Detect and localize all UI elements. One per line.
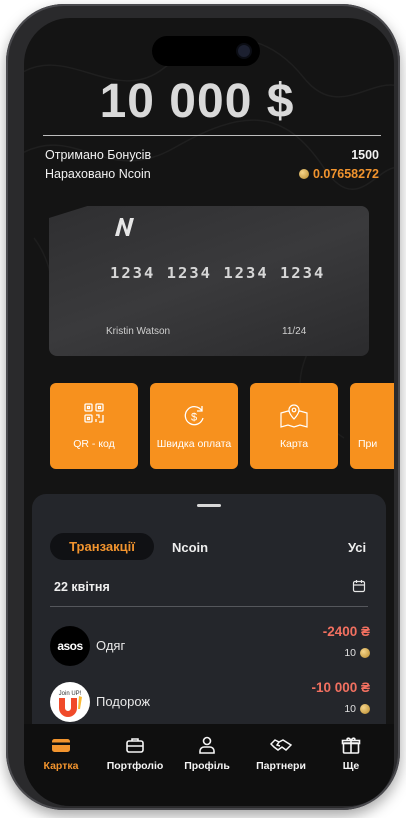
transaction-row[interactable]: Join UP! Подорож -10 000 ₴ 10 <box>48 678 370 722</box>
gift-icon <box>341 737 361 754</box>
quick-actions: QR - код $ Швидка оплата Карта При <box>50 383 394 469</box>
balance-amount: 10 000 $ <box>99 75 295 128</box>
coin-icon <box>360 648 370 658</box>
card-icon <box>52 739 70 752</box>
app-screen: 10 000 $ Отримано Бонусів 1500 Нарахован… <box>24 18 394 806</box>
nav-card[interactable]: Картка <box>26 736 96 772</box>
bonus-received-row: Отримано Бонусів 1500 <box>45 148 379 162</box>
map-icon <box>280 404 308 428</box>
svg-text:$: $ <box>191 412 197 424</box>
dynamic-island <box>152 36 260 66</box>
transaction-row[interactable]: asos Одяг -2400 ₴ 10 <box>48 622 370 666</box>
nav-portfolio-label: Портфоліо <box>106 760 164 772</box>
tab-ncoin[interactable]: Ncoin <box>172 540 208 555</box>
camera-icon <box>238 45 250 57</box>
fast-payment-label: Швидка оплата <box>156 438 232 450</box>
partial-action-label: При <box>358 438 378 450</box>
ncoin-accrued-row: Нараховано Ncoin 0.07658272 <box>45 167 379 181</box>
transaction-amount: -10 000 ₴ <box>311 680 370 695</box>
map-button[interactable]: Карта <box>250 383 338 469</box>
briefcase-icon <box>126 738 144 753</box>
join-up-logo-art: Join UP! <box>59 691 82 717</box>
ncoin-logo-icon <box>115 218 134 236</box>
nav-more[interactable]: Ще <box>316 736 386 772</box>
qr-code-icon <box>84 403 104 423</box>
ncoin-accrued-value-wrap: 0.07658272 <box>298 167 379 181</box>
transaction-coins-value: 10 <box>344 703 356 715</box>
transaction-coins: 10 <box>344 647 370 659</box>
bonus-received-value: 1500 <box>351 148 379 162</box>
join-up-logo: Join UP! <box>50 682 90 722</box>
fast-payment-button[interactable]: $ Швидка оплата <box>150 383 238 469</box>
tab-transactions[interactable]: Транзакції <box>50 533 154 560</box>
bonus-received-label: Отримано Бонусів <box>45 148 152 162</box>
balance-divider <box>43 135 381 136</box>
qr-code-button[interactable]: QR - код <box>50 383 138 469</box>
phone-frame: 10 000 $ Отримано Бонусів 1500 Нарахован… <box>6 4 400 810</box>
transaction-coins: 10 <box>344 703 370 715</box>
nav-portfolio[interactable]: Портфоліо <box>100 736 170 772</box>
ncoin-accrued-label: Нараховано Ncoin <box>45 167 151 181</box>
nav-more-label: Ще <box>342 760 360 772</box>
qr-code-label: QR - код <box>73 438 115 450</box>
asos-logo: asos <box>50 626 90 666</box>
ncoin-accrued-value: 0.07658272 <box>312 167 379 181</box>
transaction-coins-value: 10 <box>344 647 356 659</box>
svg-text:Join UP!: Join UP! <box>59 691 82 697</box>
sheet-drag-handle[interactable] <box>197 504 221 507</box>
nav-card-label: Картка <box>43 760 79 772</box>
fast-payment-icon: $ <box>184 406 204 426</box>
partial-action-button[interactable]: При <box>350 383 394 469</box>
nav-partners-label: Партнери <box>256 760 306 772</box>
date-group-label: 22 квітня <box>54 580 110 594</box>
user-icon <box>199 736 215 754</box>
date-divider <box>50 606 368 607</box>
card-holder: Kristin Watson <box>106 326 171 337</box>
nav-profile-label: Профіль <box>184 760 230 772</box>
nav-profile[interactable]: Профіль <box>172 736 242 772</box>
handshake-icon <box>270 739 292 751</box>
coin-icon <box>360 704 370 714</box>
ncoin-coin-icon <box>298 169 309 179</box>
calendar-icon[interactable] <box>352 579 366 593</box>
card-expiry: 11/24 <box>282 326 307 337</box>
nav-partners[interactable]: Партнери <box>246 736 316 772</box>
transaction-amount: -2400 ₴ <box>322 624 370 639</box>
tab-all[interactable]: Усі <box>348 540 366 555</box>
map-label: Карта <box>279 438 309 450</box>
bottom-navigation: Картка Портфоліо Профіль Партнери Ще <box>24 724 394 806</box>
bank-card[interactable]: 1234 1234 1234 1234 Kristin Watson 11/24 <box>49 206 369 356</box>
transaction-category: Одяг <box>96 638 126 653</box>
card-number: 1234 1234 1234 1234 <box>110 264 326 282</box>
transaction-category: Подорож <box>96 694 151 709</box>
